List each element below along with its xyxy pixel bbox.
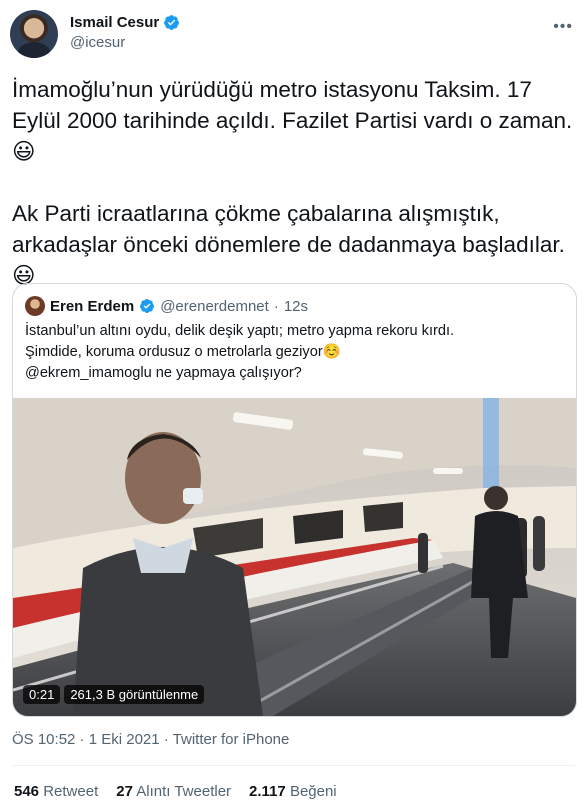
- verified-badge-icon: [140, 299, 155, 313]
- quote-tweets-stat[interactable]: 27 Alıntı Tweetler: [116, 783, 231, 800]
- tweet-metadata[interactable]: ÖS 10:52 · 1 Eki 2021 · Twitter for iPho…: [12, 731, 289, 748]
- author-name[interactable]: Ismail Cesur: [70, 14, 159, 31]
- divider: [12, 765, 575, 766]
- video-overlay: 0:21 261,3 B görüntülenme: [23, 685, 205, 704]
- tweet-text: İmamoğlu’nun yürüdüğü metro istasyonu Ta…: [12, 77, 573, 288]
- author-handle[interactable]: @icesur: [70, 34, 180, 51]
- quotes-count: 27: [116, 783, 133, 800]
- retweets-count: 546: [14, 783, 40, 800]
- quoted-timestamp[interactable]: 12s: [284, 298, 308, 315]
- quoted-author-name[interactable]: Eren Erdem: [50, 298, 134, 315]
- likes-label: Beğeni: [289, 783, 337, 800]
- tweet-stats: 546 Retweet 27 Alıntı Tweetler 2.117 Beğ…: [14, 783, 337, 800]
- video-frame-illustration: [13, 398, 576, 716]
- verified-badge-icon: [164, 15, 180, 30]
- retweets-label: Retweet: [43, 783, 99, 800]
- video-view-count: 261,3 B görüntülenme: [64, 685, 205, 704]
- retweets-stat[interactable]: 546 Retweet: [14, 783, 98, 800]
- author-info: Ismail Cesur @icesur: [70, 14, 180, 51]
- video-duration: 0:21: [23, 685, 61, 704]
- separator-dot: ·: [273, 297, 279, 315]
- video-player[interactable]: 0:21 261,3 B görüntülenme: [13, 398, 576, 716]
- quoted-author-handle[interactable]: @erenerdemnet: [160, 298, 269, 315]
- quoted-tweet-header: Eren Erdem @erenerdemnet · 12s: [25, 296, 308, 316]
- quoted-author-avatar[interactable]: [25, 296, 45, 316]
- quoted-tweet[interactable]: Eren Erdem @erenerdemnet · 12s İstanbul’…: [12, 283, 577, 717]
- likes-count: 2.117: [249, 783, 286, 800]
- likes-stat[interactable]: 2.117 Beğeni: [249, 783, 337, 800]
- quoted-tweet-text: İstanbul’un altını oydu, delik deşik yap…: [25, 323, 455, 381]
- author-name-row: Ismail Cesur: [70, 14, 180, 31]
- author-avatar[interactable]: [10, 10, 58, 58]
- ellipsis-icon[interactable]: •••: [553, 18, 573, 36]
- quotes-label: Alıntı Tweetler: [136, 783, 232, 800]
- tweet-header: Ismail Cesur @icesur •••: [10, 10, 577, 66]
